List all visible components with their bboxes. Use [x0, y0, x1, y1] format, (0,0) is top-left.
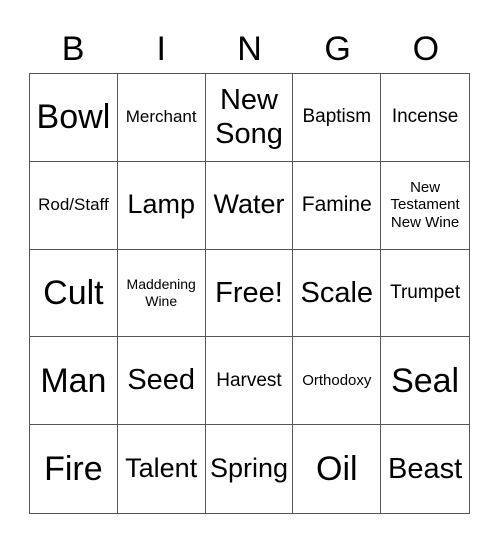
header-letter-b: B: [61, 30, 85, 68]
header-letter-i: I: [156, 30, 166, 68]
bingo-grid: Bowl Merchant New Song Baptism Incense R…: [29, 73, 470, 514]
bingo-cell[interactable]: Merchant: [117, 74, 206, 162]
bingo-cell[interactable]: Seed: [117, 337, 206, 426]
bingo-cell[interactable]: New Testament New Wine: [381, 162, 469, 250]
bingo-cell[interactable]: Incense: [381, 74, 469, 162]
bingo-cell[interactable]: Famine: [293, 161, 382, 250]
bingo-cell[interactable]: Orthodoxy: [293, 337, 382, 426]
free-space-cell[interactable]: Free!: [205, 249, 294, 338]
bingo-cell[interactable]: Seal: [381, 337, 469, 426]
header-letter-n: N: [237, 30, 262, 68]
bingo-cell[interactable]: Fire: [30, 425, 118, 513]
bingo-cell[interactable]: Maddening Wine: [117, 249, 206, 338]
bingo-cell[interactable]: Cult: [30, 249, 118, 338]
bingo-cell[interactable]: Harvest: [205, 337, 294, 426]
bingo-header: B I N G O: [29, 26, 470, 72]
bingo-cell[interactable]: Spring: [206, 425, 294, 513]
bingo-cell[interactable]: Trumpet: [381, 250, 469, 338]
bingo-cell[interactable]: Bowl: [30, 74, 118, 162]
bingo-cell[interactable]: Man: [30, 337, 118, 426]
bingo-cell[interactable]: Rod/Staff: [30, 161, 118, 250]
bingo-cell[interactable]: Beast: [381, 425, 469, 513]
header-letter-o: O: [412, 30, 440, 68]
header-letter-g: G: [324, 30, 351, 68]
bingo-cell[interactable]: Talent: [118, 425, 206, 513]
bingo-cell[interactable]: Oil: [293, 425, 382, 513]
bingo-cell[interactable]: Scale: [293, 249, 382, 338]
bingo-cell[interactable]: Water: [205, 161, 294, 250]
bingo-cell[interactable]: Baptism: [293, 74, 382, 162]
bingo-cell[interactable]: New Song: [205, 74, 294, 162]
bingo-cell[interactable]: Lamp: [117, 161, 206, 250]
